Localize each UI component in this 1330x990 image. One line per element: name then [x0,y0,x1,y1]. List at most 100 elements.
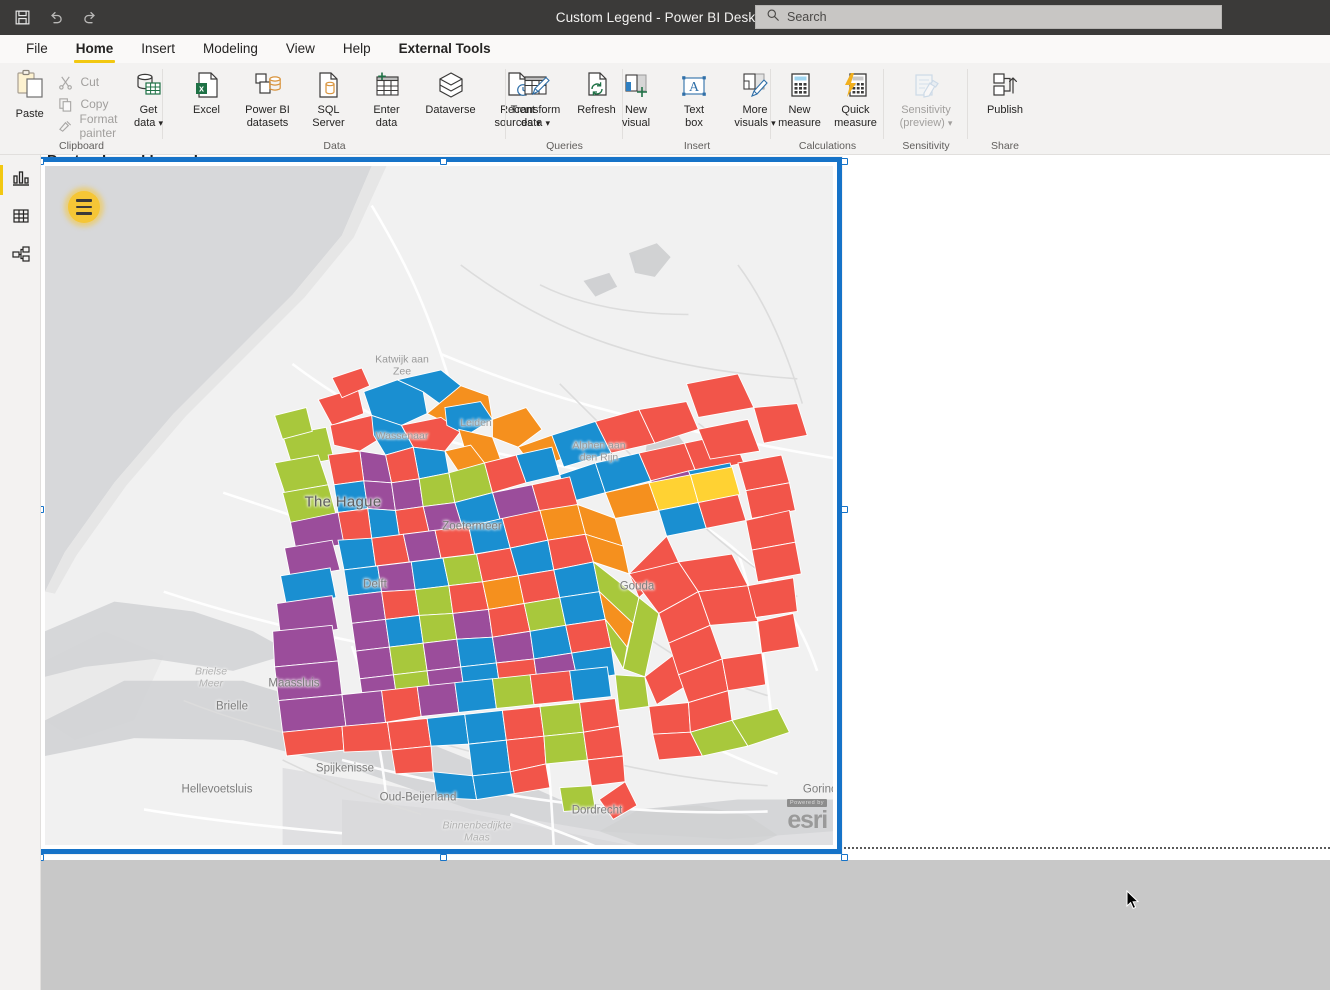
new-visual-label: New visual [621,104,651,129]
esri-arcgis-map-visual[interactable]: Katwijk aan Zee Leiden Wassenaar Alphen a… [41,157,848,861]
dataverse-icon [435,67,467,101]
quick-measure-button[interactable]: Quick measure [828,63,884,129]
map-label-zoetermeer: Zoetermeer [442,520,502,533]
resize-handle-e[interactable] [841,506,848,513]
ribbon-group-share: Publish Share [968,63,1042,155]
resize-handle-ne[interactable] [841,158,848,165]
quick-measure-label: Quick measure [834,104,877,129]
resize-handle-sw[interactable] [41,854,44,861]
sql-server-icon [314,67,344,101]
model-relationships-icon [11,244,31,269]
resize-handle-nw[interactable] [41,158,44,165]
transform-data-icon [520,67,552,101]
report-canvas[interactable]: Postcode and legend [41,155,1330,990]
text-box-label: Text box [683,104,705,129]
dataverse-button[interactable]: Dataverse [416,63,486,117]
map-label-dordrecht: Dordrecht [571,804,623,817]
map-label-hellevoetsluis: Hellevoetsluis [181,783,253,796]
svg-text:A: A [689,80,700,95]
publish-button[interactable]: Publish [973,63,1037,117]
tab-external-tools[interactable]: External Tools [385,38,505,60]
esri-attribution: Powered by esri [786,791,828,834]
map-label-gouda: Gouda [619,580,655,593]
excel-label: Excel [193,104,220,116]
paste-label: Paste [15,108,44,120]
view-switcher-bar [0,155,41,990]
search-box[interactable]: Search [755,5,1222,29]
tab-modeling[interactable]: Modeling [189,38,272,60]
group-label-sensitivity: Sensitivity [902,140,950,152]
tab-help[interactable]: Help [329,38,385,60]
powerbi-datasets-label: Power BI datasets [245,104,290,129]
format-painter-icon [57,118,73,135]
ribbon: File Home Insert Modeling View Help Exte… [0,35,1330,155]
paste-button[interactable]: Paste [6,67,53,120]
sidebar-item-model-view[interactable] [0,237,41,275]
map-label-brielse-meer: Brielse Meer [194,665,228,689]
cut-icon [57,74,74,91]
ribbon-tab-strip: File Home Insert Modeling View Help Exte… [0,35,1330,63]
enter-data-icon [371,67,403,101]
group-label-data: Data [323,140,346,152]
svg-text:x: x [198,84,203,94]
sql-server-label: SQL Server [312,104,345,129]
sql-server-button[interactable]: SQL Server [300,63,358,129]
map-label-maassluis: Maassluis [268,677,320,690]
copy-label: Copy [80,97,109,111]
sensitivity-button[interactable]: Sensitivity (preview) ▾ [891,63,961,129]
undo-icon[interactable] [46,8,66,28]
map-label-brielle: Brielle [216,700,248,713]
powerbi-datasets-button[interactable]: Power BI datasets [236,63,300,129]
new-visual-icon [620,67,652,101]
transform-data-label: Transform data ▾ [510,104,561,129]
map-label-spijkenisse: Spijkenisse [315,762,375,775]
tab-file[interactable]: File [12,38,62,60]
powerbi-datasets-icon [252,67,284,101]
redo-icon[interactable] [80,8,100,28]
tab-view[interactable]: View [272,38,329,60]
sidebar-item-report-view[interactable] [0,161,41,199]
new-measure-button[interactable]: New measure [772,63,828,129]
more-visuals-label: More visuals ▾ [734,104,776,129]
save-icon[interactable] [12,8,32,28]
get-data-label: Get data ▾ [133,104,163,129]
get-data-icon [133,67,165,101]
dataverse-label: Dataverse [425,104,476,116]
more-visuals-icon [739,67,771,101]
enter-data-button[interactable]: Enter data [358,63,416,129]
transform-data-button[interactable]: Transform data ▾ [504,63,568,129]
map-label-binnenbedijkte-maas: Binnenbedijkte Maas [442,819,512,843]
map-label-leiden: Leiden [460,417,492,430]
map-label-delft: Delft [363,578,387,591]
esri-brand-label: esri [787,806,828,834]
report-chart-icon [11,168,31,193]
resize-handle-w[interactable] [41,506,44,513]
get-data-button[interactable]: Get data ▾ [120,63,178,129]
data-table-icon [11,206,31,231]
map-label-oud-beijerland: Oud-Beijerland [379,791,457,804]
tab-home[interactable]: Home [62,38,128,63]
title-bar: Custom Legend - Power BI Desktop Search [0,0,1330,35]
map-container[interactable]: Katwijk aan Zee Leiden Wassenaar Alphen a… [45,166,833,845]
resize-handle-se[interactable] [841,854,848,861]
excel-button[interactable]: x Excel [178,63,236,117]
resize-handle-s[interactable] [440,854,447,861]
map-label-katwijk: Katwijk aan Zee [375,353,429,377]
new-measure-label: New measure [778,104,821,129]
new-visual-button[interactable]: New visual [607,63,665,129]
map-geometry [45,166,833,845]
resize-handle-n[interactable] [440,158,447,165]
basemap[interactable]: Katwijk aan Zee Leiden Wassenaar Alphen a… [45,166,833,845]
paste-icon [13,67,47,106]
publish-icon [989,67,1021,101]
map-options-hamburger-icon[interactable] [68,191,100,223]
text-box-button[interactable]: A Text box [665,63,723,129]
sidebar-item-data-view[interactable] [0,199,41,237]
map-label-wassenaar: Wassenaar [375,430,429,443]
map-label-the-hague: The Hague [304,493,382,511]
tab-insert[interactable]: Insert [127,38,189,60]
report-page[interactable]: Postcode and legend [41,155,1330,861]
search-icon [766,8,780,27]
ribbon-group-sensitivity: Sensitivity (preview) ▾ Sensitivity [884,63,968,155]
cut-label: Cut [80,75,100,89]
